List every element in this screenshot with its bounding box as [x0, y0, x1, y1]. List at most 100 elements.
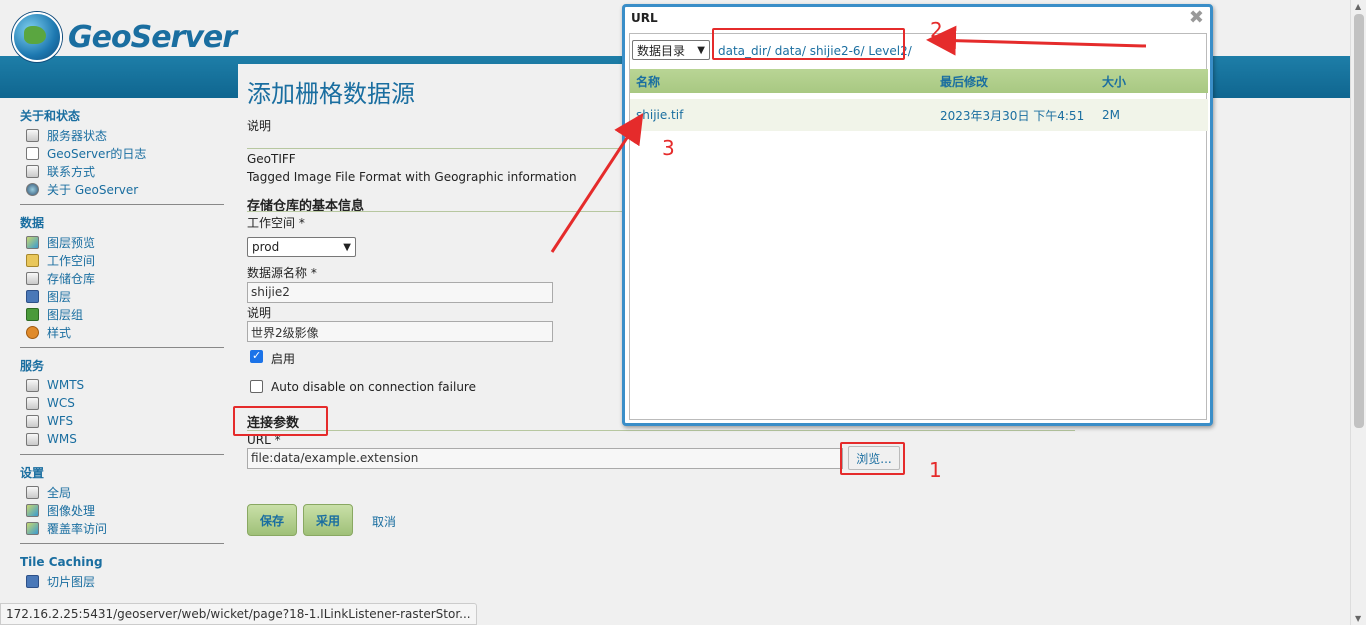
- sidebar-item-label: GeoServer的日志: [47, 146, 147, 161]
- brand-name: GeoServer: [68, 19, 237, 55]
- auto-disable-checkbox[interactable]: [250, 380, 263, 393]
- column-header-size[interactable]: 大小: [1102, 69, 1126, 93]
- sidebar-item-wmts[interactable]: WMTS: [20, 376, 224, 394]
- chevron-down-icon: ▼: [697, 44, 705, 56]
- log-document-icon: [26, 146, 39, 160]
- sidebar-item-label: 样式: [47, 325, 72, 340]
- column-header-modified[interactable]: 最后修改: [940, 69, 988, 93]
- annotation-number-1: 1: [929, 458, 942, 482]
- auto-disable-label: Auto disable on connection failure: [271, 380, 476, 394]
- annotation-number-3: 3: [662, 136, 675, 160]
- annotation-box-browse: [840, 442, 905, 475]
- scroll-down-icon[interactable]: ▼: [1355, 614, 1361, 623]
- description-field-label: 说明: [247, 306, 272, 320]
- sidebar-item-layer-groups[interactable]: 图层组: [20, 305, 224, 323]
- contact-card-icon: [26, 164, 39, 178]
- image-processing-icon: [26, 503, 39, 517]
- page-title: 添加栅格数据源: [247, 80, 415, 108]
- coverage-access-icon: [26, 521, 39, 535]
- tile-layers-icon: [26, 574, 39, 588]
- store-database-icon: [26, 271, 39, 285]
- file-name-link[interactable]: shijie.tif: [636, 99, 683, 131]
- close-icon[interactable]: ✖: [1189, 7, 1204, 28]
- description-field[interactable]: 世界2级影像: [247, 321, 553, 342]
- browser-status-bar: 172.16.2.25:5431/geoserver/web/wicket/pa…: [0, 603, 477, 625]
- divider: [247, 148, 627, 149]
- format-description: Tagged Image File Format with Geographic…: [247, 170, 577, 184]
- column-header-name[interactable]: 名称: [636, 69, 660, 93]
- sidebar-item-label: WMTS: [47, 378, 85, 392]
- sidebar-section-services: 服务 WMTS WCS WFS WMS: [20, 356, 224, 455]
- sidebar-item-layer-preview[interactable]: 图层预览: [20, 233, 224, 251]
- sidebar-item-label: 全局: [47, 485, 72, 500]
- layer-icon: [26, 289, 39, 303]
- sidebar-item-layers[interactable]: 图层: [20, 287, 224, 305]
- file-modified: 2023年3月30日 下午4:51: [940, 108, 1085, 123]
- root-dir-select-value: 数据目录: [637, 43, 686, 58]
- global-settings-icon: [26, 485, 39, 499]
- sidebar-section-tile-caching: Tile Caching 切片图层: [20, 552, 224, 590]
- layer-preview-icon: [26, 235, 39, 249]
- divider: [247, 211, 627, 212]
- sidebar-item-tile-layers[interactable]: 切片图层: [20, 572, 224, 590]
- sidebar-item-styles[interactable]: 样式: [20, 323, 224, 341]
- sidebar-item-global[interactable]: 全局: [20, 483, 224, 501]
- sidebar-section-title: 关于和状态: [20, 109, 81, 123]
- sidebar-item-label: 工作空间: [47, 253, 96, 268]
- sidebar-item-wfs[interactable]: WFS: [20, 412, 224, 430]
- sidebar-item-image-processing[interactable]: 图像处理: [20, 501, 224, 519]
- workspace-select-value: prod: [252, 240, 280, 254]
- url-browse-dialog: URL ✖ 数据目录 ▼ data_dir/ data/ shijie2-6/ …: [622, 4, 1213, 426]
- sidebar-section-title: 服务: [20, 359, 45, 373]
- chevron-down-icon: ▼: [343, 241, 351, 253]
- sidebar-item-coverage-access[interactable]: 覆盖率访问: [20, 519, 224, 537]
- sidebar-section-about: 关于和状态 服务器状态 GeoServer的日志 联系方式 关于 GeoServ…: [20, 106, 224, 205]
- description-label: 说明: [247, 119, 272, 133]
- globe-logo-icon: [12, 12, 62, 62]
- server-status-icon: [26, 128, 39, 142]
- sidebar-item-label: 存储仓库: [47, 271, 96, 286]
- annotation-box-connection-params: [233, 406, 328, 436]
- sidebar-item-stores[interactable]: 存储仓库: [20, 269, 224, 287]
- save-button[interactable]: 保存: [247, 504, 297, 536]
- apply-button[interactable]: 采用: [303, 504, 353, 536]
- sidebar-nav: 关于和状态 服务器状态 GeoServer的日志 联系方式 关于 GeoServ…: [20, 106, 224, 590]
- enabled-checkbox[interactable]: [250, 349, 263, 363]
- sidebar-section-title: 设置: [20, 466, 45, 480]
- url-field[interactable]: file:data/example.extension: [247, 448, 843, 469]
- sidebar-item-logs[interactable]: GeoServer的日志: [20, 144, 224, 162]
- sidebar-item-wcs[interactable]: WCS: [20, 394, 224, 412]
- workspace-folder-icon: [26, 253, 39, 267]
- service-icon: [26, 378, 39, 392]
- sidebar-item-workspaces[interactable]: 工作空间: [20, 251, 224, 269]
- datasource-name-field[interactable]: shijie2: [247, 282, 553, 303]
- file-size: 2M: [1102, 108, 1120, 122]
- divider: [247, 430, 1075, 431]
- scrollbar-thumb[interactable]: [1354, 14, 1364, 428]
- dialog-title: URL: [631, 11, 658, 25]
- cancel-link[interactable]: 取消: [372, 513, 396, 530]
- sidebar-section-settings: 设置 全局 图像处理 覆盖率访问: [20, 463, 224, 544]
- sidebar-section-title: Tile Caching: [20, 555, 103, 569]
- sidebar-item-label: WMS: [47, 432, 77, 446]
- workspace-select[interactable]: prod ▼: [247, 237, 356, 257]
- sidebar-item-about[interactable]: 关于 GeoServer: [20, 180, 224, 198]
- file-browser: 数据目录 ▼ data_dir/ data/ shijie2-6/ Level2…: [629, 33, 1208, 420]
- sidebar-item-server-status[interactable]: 服务器状态: [20, 126, 224, 144]
- table-row[interactable]: shijie.tif 2023年3月30日 下午4:51 2M: [630, 99, 1208, 131]
- sidebar-item-label: 图层: [47, 289, 72, 304]
- sidebar-item-contact[interactable]: 联系方式: [20, 162, 224, 180]
- sidebar-item-label: 覆盖率访问: [47, 521, 108, 536]
- sidebar-item-label: 联系方式: [47, 164, 96, 179]
- enabled-label: 启用: [271, 352, 296, 366]
- service-icon: [26, 432, 39, 446]
- file-table-header: 名称 最后修改 大小: [630, 69, 1208, 93]
- page-scrollbar[interactable]: ▲ ▼: [1350, 0, 1366, 625]
- geoserver-logo[interactable]: GeoServer: [12, 12, 237, 62]
- root-dir-select[interactable]: 数据目录 ▼: [632, 40, 710, 60]
- scroll-up-icon[interactable]: ▲: [1355, 2, 1361, 11]
- about-info-icon: [26, 182, 39, 196]
- workspace-label: 工作空间 *: [247, 216, 305, 230]
- sidebar-item-wms[interactable]: WMS: [20, 430, 224, 448]
- annotation-number-2: 2: [930, 18, 943, 42]
